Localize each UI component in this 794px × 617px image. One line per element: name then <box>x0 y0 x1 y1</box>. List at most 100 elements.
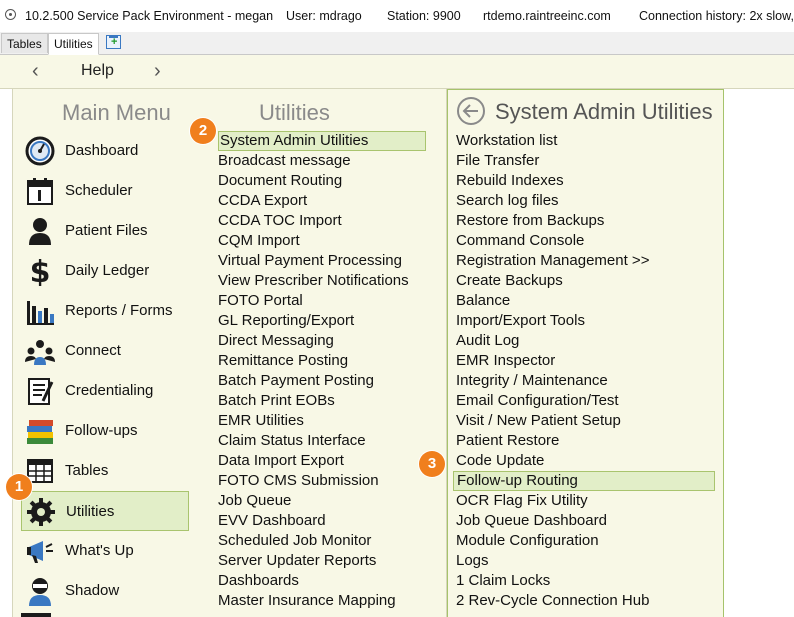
utility-item-master-insurance-mapping[interactable]: Master Insurance Mapping <box>218 591 396 611</box>
utility-item-document-routing[interactable]: Document Routing <box>218 171 342 191</box>
forward-arrow-icon[interactable]: › <box>154 60 161 82</box>
system-admin-item-patient-restore[interactable]: Patient Restore <box>456 431 559 451</box>
system-admin-item-import-export-tools[interactable]: Import/Export Tools <box>456 311 585 331</box>
utility-item-system-admin-utilities[interactable]: System Admin Utilities <box>218 131 426 151</box>
system-admin-item-visit-new-patient-setup[interactable]: Visit / New Patient Setup <box>456 411 621 431</box>
dashboard-gauge-icon <box>25 136 55 166</box>
utility-item-cqm-import[interactable]: CQM Import <box>218 231 300 251</box>
menu-item-credentialing[interactable]: Credentialing <box>21 371 189 411</box>
utility-item-foto-portal[interactable]: FOTO Portal <box>218 291 303 311</box>
system-admin-title: System Admin Utilities <box>495 99 713 124</box>
system-admin-item-code-update[interactable]: Code Update <box>456 451 544 471</box>
utility-item-ccda-export[interactable]: CCDA Export <box>218 191 307 211</box>
utility-item-view-prescriber-notifications[interactable]: View Prescriber Notifications <box>218 271 409 291</box>
station-label: Station: 9900 <box>387 9 461 23</box>
gear-icon <box>27 498 55 526</box>
megaphone-icon <box>27 541 53 563</box>
menu-item-label: Follow-ups <box>65 422 138 439</box>
menu-item-whats-up[interactable]: What's Up <box>21 531 189 571</box>
utility-item-job-queue[interactable]: Job Queue <box>218 491 291 511</box>
system-admin-item-logs[interactable]: Logs <box>456 551 489 571</box>
utility-item-direct-messaging[interactable]: Direct Messaging <box>218 331 334 351</box>
menu-item-reports-forms[interactable]: Reports / Forms <box>21 291 189 331</box>
dollar-icon: $ <box>30 256 51 286</box>
utilities-panel: Utilities System Admin Utilities Broadcas… <box>198 89 447 617</box>
next-menu-icon-partial <box>21 613 51 617</box>
system-admin-item-restore-from-backups[interactable]: Restore from Backups <box>456 211 604 231</box>
menu-item-follow-ups[interactable]: Follow-ups <box>21 411 189 451</box>
svg-text:$: $ <box>30 256 51 286</box>
help-bar: ‹ Help › <box>0 55 794 89</box>
system-admin-item-file-transfer[interactable]: File Transfer <box>456 151 539 171</box>
menu-item-daily-ledger[interactable]: $ Daily Ledger <box>21 251 189 291</box>
new-tab-icon[interactable] <box>106 35 121 49</box>
server-label: rtdemo.raintreeinc.com <box>483 9 611 23</box>
menu-item-scheduler[interactable]: Scheduler <box>21 171 189 211</box>
back-circle-icon[interactable] <box>457 97 485 125</box>
back-arrow-icon[interactable]: ‹ <box>32 60 39 82</box>
system-admin-item-rebuild-indexes[interactable]: Rebuild Indexes <box>456 171 564 191</box>
system-admin-panel: System Admin Utilities Workstation list F… <box>447 89 724 617</box>
utility-item-evv-dashboard[interactable]: EVV Dashboard <box>218 511 326 531</box>
system-admin-item-workstation-list[interactable]: Workstation list <box>456 131 557 151</box>
menu-item-label: Patient Files <box>65 222 148 239</box>
system-admin-item-1-claim-locks[interactable]: 1 Claim Locks <box>456 571 550 591</box>
utility-item-scheduled-job-monitor[interactable]: Scheduled Job Monitor <box>218 531 371 551</box>
system-admin-item-2-rev-cycle-connection-hub[interactable]: 2 Rev-Cycle Connection Hub <box>456 591 649 611</box>
system-admin-item-module-configuration[interactable]: Module Configuration <box>456 531 599 551</box>
user-label: User: mdrago <box>286 9 362 23</box>
system-admin-item-registration-management[interactable]: Registration Management >> <box>456 251 649 271</box>
system-admin-item-command-console[interactable]: Command Console <box>456 231 584 251</box>
utility-item-data-import-export[interactable]: Data Import Export <box>218 451 344 471</box>
system-admin-item-follow-up-routing[interactable]: Follow-up Routing <box>453 471 715 491</box>
utility-item-server-updater-reports[interactable]: Server Updater Reports <box>218 551 376 571</box>
system-admin-item-email-configuration-test[interactable]: Email Configuration/Test <box>456 391 619 411</box>
menu-item-connect[interactable]: Connect <box>21 331 189 371</box>
utility-item-batch-print-eobs[interactable]: Batch Print EOBs <box>218 391 335 411</box>
environment-label: 10.2.500 Service Pack Environment - mega… <box>25 9 274 23</box>
utility-item-emr-utilities[interactable]: EMR Utilities <box>218 411 304 431</box>
system-admin-item-integrity-maintenance[interactable]: Integrity / Maintenance <box>456 371 608 391</box>
utility-item-foto-cms-submission[interactable]: FOTO CMS Submission <box>218 471 379 491</box>
menu-item-label: Daily Ledger <box>65 262 150 279</box>
menu-item-utilities[interactable]: Utilities <box>21 491 189 531</box>
menu-item-label: Connect <box>65 342 121 359</box>
step-badge-1: 1 <box>6 474 32 500</box>
system-admin-item-balance[interactable]: Balance <box>456 291 510 311</box>
menu-item-tables[interactable]: Tables <box>21 451 189 491</box>
utility-item-broadcast-message[interactable]: Broadcast message <box>218 151 351 171</box>
system-admin-item-search-log-files[interactable]: Search log files <box>456 191 559 211</box>
tab-utilities[interactable]: Utilities <box>48 33 99 55</box>
step-badge-2: 2 <box>190 118 216 144</box>
main-menu-panel: Main Menu Dashboard Scheduler Patient Fi… <box>12 89 199 617</box>
menu-item-label: Utilities <box>66 503 115 520</box>
menu-item-patient-files[interactable]: Patient Files <box>21 211 189 251</box>
system-admin-item-audit-log[interactable]: Audit Log <box>456 331 519 351</box>
help-button[interactable]: Help <box>81 62 114 80</box>
title-bar: 10.2.500 Service Pack Environment - mega… <box>0 0 794 32</box>
system-admin-item-ocr-flag-fix-utility[interactable]: OCR Flag Fix Utility <box>456 491 588 511</box>
system-admin-item-emr-inspector[interactable]: EMR Inspector <box>456 351 555 371</box>
utility-item-gl-reporting-export[interactable]: GL Reporting/Export <box>218 311 354 331</box>
utility-item-claim-status-interface[interactable]: Claim Status Interface <box>218 431 366 451</box>
app-logo-icon <box>5 9 16 20</box>
menu-item-label: Tables <box>65 462 109 479</box>
utility-item-virtual-payment-processing[interactable]: Virtual Payment Processing <box>218 251 402 271</box>
utility-item-remittance-posting[interactable]: Remittance Posting <box>218 351 348 371</box>
person-icon <box>29 218 51 245</box>
utility-item-ccda-toc-import[interactable]: CCDA TOC Import <box>218 211 342 231</box>
menu-item-dashboard[interactable]: Dashboard <box>21 131 189 171</box>
main-menu-title: Main Menu <box>62 100 171 125</box>
calendar-icon <box>27 178 53 205</box>
checklist-icon <box>28 378 54 405</box>
masked-person-icon <box>29 578 51 606</box>
system-admin-item-create-backups[interactable]: Create Backups <box>456 271 563 291</box>
system-admin-item-job-queue-dashboard[interactable]: Job Queue Dashboard <box>456 511 607 531</box>
menu-item-label: Dashboard <box>65 142 139 159</box>
tab-tables[interactable]: Tables <box>1 33 48 53</box>
utility-item-batch-payment-posting[interactable]: Batch Payment Posting <box>218 371 374 391</box>
menu-item-shadow[interactable]: Shadow <box>21 571 189 611</box>
connection-history-label: Connection history: 2x slow, C <box>639 9 794 23</box>
utility-item-dashboards[interactable]: Dashboards <box>218 571 299 591</box>
menu-item-label: Credentialing <box>65 382 154 399</box>
